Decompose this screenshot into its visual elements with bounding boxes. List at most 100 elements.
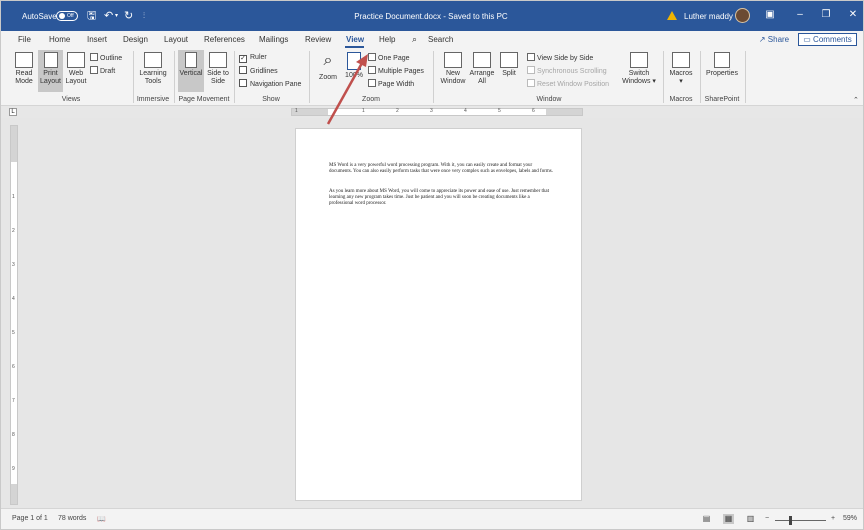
ruler-checkbox[interactable]: ✓ Ruler (239, 53, 267, 63)
tab-selector[interactable]: L (9, 108, 17, 116)
restore-icon[interactable]: ❐ (819, 9, 833, 21)
window-group-label: Window (536, 96, 562, 103)
switch-windows-button[interactable]: Switch Windows ▾ (621, 52, 657, 86)
tab-design[interactable]: Design (123, 35, 148, 44)
macros-button[interactable]: Macros ▾ (667, 52, 695, 86)
zoom-button[interactable]: ⌕ Zoom (315, 52, 341, 82)
tab-home[interactable]: Home (49, 35, 70, 44)
word-window: AutoSave Off 🖫 ↶ ▾ ↻ ⫶ Practice Document… (0, 0, 864, 530)
word-count[interactable]: 78 words (58, 515, 86, 522)
save-icon[interactable]: 🖫 (87, 10, 96, 22)
document-canvas: 1 2 3 4 5 6 7 8 9 MS Word is a very powe… (1, 118, 863, 508)
page-width-button[interactable]: Page Width (368, 79, 414, 89)
ruler-number: 1 (295, 108, 298, 114)
synchronous-scrolling-button[interactable]: Synchronous Scrolling (527, 66, 607, 76)
zoom-slider-thumb[interactable] (789, 516, 792, 525)
zoom-in-button[interactable]: + (831, 515, 835, 522)
web-layout-view-icon[interactable]: ▥ (745, 514, 756, 524)
vertical-button[interactable]: Vertical (178, 50, 204, 92)
ribbon-tabs: File Home Insert Design Layout Reference… (1, 31, 863, 48)
synchronous-scrolling-label: Synchronous Scrolling (537, 68, 607, 75)
share-label: Share (767, 35, 790, 44)
warning-icon[interactable] (667, 11, 677, 20)
body-paragraph[interactable]: MS Word is a very powerful word processi… (329, 163, 554, 175)
autosave-label: AutoSave (22, 12, 57, 21)
draft-button[interactable]: Draft (90, 66, 115, 76)
autosave-toggle[interactable]: Off (56, 11, 78, 21)
outline-button[interactable]: Outline (90, 53, 122, 63)
ruler-number: 4 (464, 108, 467, 114)
minimize-icon[interactable]: – (793, 9, 807, 21)
view-side-by-side-button[interactable]: View Side by Side (527, 53, 593, 63)
tab-mailings[interactable]: Mailings (259, 35, 288, 44)
macros-group-label: Macros (669, 96, 693, 103)
read-mode-icon (15, 52, 33, 68)
redo-icon[interactable]: ↻ (124, 10, 133, 22)
search-box[interactable]: Search (428, 35, 453, 44)
side-to-side-icon (209, 52, 227, 68)
gridlines-checkbox[interactable]: Gridlines (239, 66, 278, 76)
chevron-down-icon: ▾ (679, 78, 683, 85)
tab-view[interactable]: View (346, 35, 364, 44)
horizontal-ruler[interactable]: 1 1 2 3 4 5 6 (291, 108, 583, 116)
print-layout-button[interactable]: Print Layout (38, 50, 63, 92)
page-width-icon (368, 79, 376, 87)
ruler-number: 6 (12, 364, 15, 370)
vertical-ruler[interactable]: 1 2 3 4 5 6 7 8 9 (10, 125, 18, 505)
macros-icon (672, 52, 690, 68)
comments-button[interactable]: ▭ Comments (798, 33, 857, 46)
read-mode-view-icon[interactable]: ▤ (701, 514, 712, 524)
undo-icon[interactable]: ↶ (104, 10, 113, 22)
ruler-number: 2 (12, 228, 15, 234)
tab-help[interactable]: Help (379, 35, 395, 44)
zoom-slider-track[interactable] (775, 520, 826, 521)
proofing-icon[interactable]: 📖 (97, 515, 106, 523)
new-window-button[interactable]: New Window (438, 52, 468, 86)
switch-windows-label: Switch Windows (622, 70, 651, 85)
tab-file[interactable]: File (18, 35, 31, 44)
tab-insert[interactable]: Insert (87, 35, 107, 44)
vertical-icon (185, 52, 197, 68)
print-layout-view-icon[interactable]: ▦ (723, 514, 734, 524)
share-button[interactable]: ↗ Share (755, 33, 793, 46)
avatar[interactable] (735, 8, 750, 23)
zoom-out-button[interactable]: − (765, 515, 769, 522)
properties-button[interactable]: Properties (704, 52, 740, 78)
web-layout-button[interactable]: Web Layout (65, 52, 87, 86)
reset-window-position-button[interactable]: Reset Window Position (527, 79, 609, 89)
print-layout-label: Print Layout (39, 70, 62, 85)
collapse-ribbon-icon[interactable]: ⌃ (853, 96, 859, 104)
split-button[interactable]: Split (498, 52, 520, 78)
tab-review[interactable]: Review (305, 35, 331, 44)
customize-qat-icon[interactable]: ⫶ (143, 10, 145, 22)
group-divider (174, 51, 175, 103)
web-layout-label: Web Layout (65, 70, 87, 85)
document-page[interactable]: MS Word is a very powerful word processi… (295, 128, 582, 501)
body-paragraph[interactable]: As you learn more about MS Word, you wil… (329, 189, 554, 207)
learning-tools-button[interactable]: Learning Tools (137, 52, 169, 86)
ribbon-display-options-icon[interactable]: ▣ (763, 9, 777, 21)
side-to-side-button[interactable]: Side to Side (205, 52, 231, 86)
search-icon[interactable]: ⌕ (412, 34, 417, 45)
one-page-button[interactable]: One Page (368, 53, 410, 63)
learning-tools-label: Learning Tools (139, 70, 167, 85)
zoom-level[interactable]: 59% (843, 515, 857, 522)
navigation-pane-checkbox[interactable]: Navigation Pane (239, 79, 301, 89)
ruler-number: 1 (362, 108, 365, 114)
zoom-100-button[interactable]: 100% (343, 52, 365, 80)
web-layout-icon (67, 52, 85, 68)
page-count[interactable]: Page 1 of 1 (12, 515, 48, 522)
tab-layout[interactable]: Layout (164, 35, 188, 44)
read-mode-button[interactable]: Read Mode (13, 52, 35, 86)
user-name[interactable]: Luther maddy (684, 12, 733, 21)
arrange-all-button[interactable]: Arrange All (468, 52, 496, 86)
sharepoint-group-label: SharePoint (704, 96, 740, 103)
macros-label: Macros (669, 70, 693, 77)
undo-dropdown-icon[interactable]: ▾ (115, 10, 118, 22)
multiple-pages-button[interactable]: Multiple Pages (368, 66, 424, 76)
close-icon[interactable]: ✕ (846, 9, 860, 21)
tab-references[interactable]: References (204, 35, 245, 44)
ruler-number: 4 (12, 296, 15, 302)
arrange-all-icon (473, 52, 491, 68)
page-movement-group-label: Page Movement (178, 96, 230, 103)
